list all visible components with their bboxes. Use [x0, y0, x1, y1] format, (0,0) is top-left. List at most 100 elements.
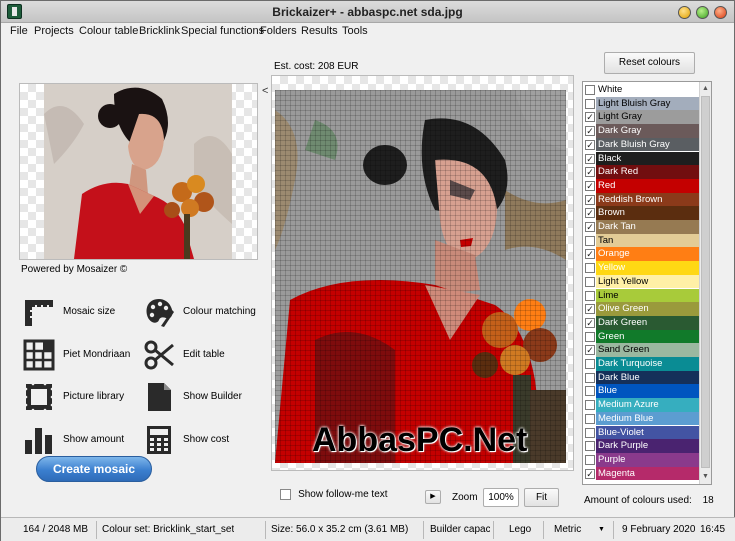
colour-checkbox[interactable]	[585, 276, 595, 287]
status-time: 16:45	[700, 524, 726, 535]
colour-checkbox[interactable]	[585, 386, 595, 397]
scroll-down-arrow-icon[interactable]: ▼	[700, 471, 711, 483]
colour-name: Red	[596, 178, 699, 193]
colour-row[interactable]: Light Yellow	[583, 274, 699, 289]
colour-row[interactable]: Dark Turquoise	[583, 357, 699, 371]
create-mosaic-button[interactable]: Create mosaic	[36, 456, 152, 482]
portrait-illustration	[44, 84, 232, 259]
colour-row[interactable]: Dark Blue	[583, 370, 699, 385]
colour-row[interactable]: White	[583, 83, 699, 97]
colour-checkbox[interactable]	[585, 235, 595, 246]
zoom-label: Zoom	[452, 492, 478, 503]
play-button[interactable]: ▶	[425, 490, 441, 504]
follow-me-checkbox[interactable]	[280, 488, 291, 500]
colour-checkbox[interactable]	[585, 359, 595, 369]
colour-checkbox[interactable]	[585, 98, 595, 109]
colour-row[interactable]: Lime	[583, 288, 699, 303]
colour-row[interactable]: ✓ Light Gray	[583, 110, 699, 125]
colour-checkbox[interactable]: ✓	[585, 112, 595, 123]
colour-checkbox[interactable]: ✓	[585, 222, 595, 232]
menu-tools[interactable]: Tools	[342, 25, 368, 37]
colour-name: Dark Red	[596, 165, 699, 179]
colour-checkbox[interactable]: ✓	[585, 126, 595, 137]
colour-row[interactable]: ✓ Magenta	[583, 466, 699, 481]
colour-row[interactable]: ✓ Dark Red	[583, 165, 699, 179]
colour-row[interactable]: Blue	[583, 384, 699, 399]
menu-file[interactable]: File	[10, 25, 28, 37]
colour-row[interactable]: ✓ Dark Gray	[583, 124, 699, 138]
colour-checkbox[interactable]	[585, 372, 595, 383]
colour-row[interactable]: Light Bluish Gray	[583, 96, 699, 111]
colour-checkbox[interactable]	[585, 331, 595, 342]
colour-checkbox[interactable]: ✓	[585, 167, 595, 178]
status-lego[interactable]: Lego	[509, 524, 531, 535]
colour-row[interactable]: ✓ Brown	[583, 206, 699, 220]
colour-row[interactable]: ✓ Red	[583, 178, 699, 193]
colour-name: Dark Purple	[596, 439, 699, 453]
colour-name: Light Yellow	[596, 274, 699, 289]
picture-library-label: Picture library	[63, 391, 125, 402]
colour-row[interactable]: Dark Purple	[583, 439, 699, 453]
colour-checkbox[interactable]: ✓	[585, 468, 595, 479]
colour-row[interactable]: ✓ Olive Green	[583, 302, 699, 316]
colour-checkbox[interactable]	[585, 413, 595, 424]
menu-folders[interactable]: Folders	[260, 25, 297, 37]
colour-row[interactable]: Purple	[583, 452, 699, 467]
mosaic-size-label: Mosaic size	[63, 306, 116, 317]
colour-checkbox[interactable]: ✓	[585, 180, 595, 191]
colour-checkbox[interactable]	[585, 427, 595, 438]
colour-row[interactable]: ✓ Orange	[583, 247, 699, 262]
colour-checkbox[interactable]: ✓	[585, 139, 595, 150]
colour-name: Blue	[596, 384, 699, 399]
menu-special-functions[interactable]: Special functions	[181, 25, 264, 37]
collapse-panel-arrow-icon[interactable]: <	[262, 85, 268, 97]
colour-row[interactable]: Medium Azure	[583, 398, 699, 412]
scrollbar-thumb[interactable]	[701, 96, 710, 468]
status-bar: 164 / 2048 MB Colour set: Bricklink_star…	[1, 517, 735, 541]
colour-checkbox[interactable]: ✓	[585, 304, 595, 315]
colour-row[interactable]: Green	[583, 329, 699, 344]
colour-row[interactable]: ✓ Black	[583, 151, 699, 166]
colour-row[interactable]: ✓ Dark Tan	[583, 220, 699, 234]
metric-dropdown-arrow-icon[interactable]: ▼	[598, 526, 605, 533]
colour-checkbox[interactable]	[585, 454, 595, 465]
colour-row[interactable]: Tan	[583, 233, 699, 248]
mosaic-preview-image	[275, 90, 566, 463]
colour-list-scrollbar[interactable]: ▲ ▼	[699, 82, 711, 484]
colour-checkbox[interactable]: ✓	[585, 317, 595, 328]
colour-name: Tan	[596, 233, 699, 248]
maximize-button[interactable]	[696, 6, 709, 19]
menu-bricklink[interactable]: Bricklink	[139, 25, 180, 37]
colour-checkbox[interactable]	[585, 85, 595, 95]
fit-button[interactable]: Fit	[524, 488, 559, 507]
status-metric[interactable]: Metric	[554, 524, 581, 535]
reset-colours-button[interactable]: Reset colours	[604, 52, 695, 74]
zoom-value-field[interactable]: 100%	[483, 488, 519, 507]
scroll-up-arrow-icon[interactable]: ▲	[700, 83, 711, 95]
menu-results[interactable]: Results	[301, 25, 338, 37]
colour-checkbox[interactable]	[585, 400, 595, 411]
colour-row[interactable]: Yellow	[583, 261, 699, 275]
colour-name: Orange	[596, 247, 699, 262]
colour-row[interactable]: Medium Blue	[583, 411, 699, 426]
amount-value: 18	[702, 495, 714, 506]
colour-name: Medium Blue	[596, 411, 699, 426]
colour-checkbox[interactable]	[585, 263, 595, 274]
colour-checkbox[interactable]: ✓	[585, 345, 595, 356]
menu-projects[interactable]: Projects	[34, 25, 74, 37]
colour-row[interactable]: ✓ Dark Green	[583, 315, 699, 330]
colour-row[interactable]: ✓ Sand Green	[583, 343, 699, 357]
colour-checkbox[interactable]: ✓	[585, 249, 595, 260]
colour-checkbox[interactable]: ✓	[585, 208, 595, 219]
colour-checkbox[interactable]	[585, 441, 595, 452]
colour-row[interactable]: ✓ Reddish Brown	[583, 192, 699, 207]
colour-checkbox[interactable]: ✓	[585, 194, 595, 205]
close-button[interactable]	[714, 6, 727, 19]
menu-colour-table[interactable]: Colour table	[79, 25, 138, 37]
mosaic-preview-panel	[271, 75, 574, 471]
colour-row[interactable]: Blue-Violet	[583, 425, 699, 440]
colour-row[interactable]: ✓ Dark Bluish Gray	[583, 137, 699, 152]
colour-checkbox[interactable]	[585, 290, 595, 301]
minimize-button[interactable]	[678, 6, 691, 19]
colour-checkbox[interactable]: ✓	[585, 153, 595, 164]
